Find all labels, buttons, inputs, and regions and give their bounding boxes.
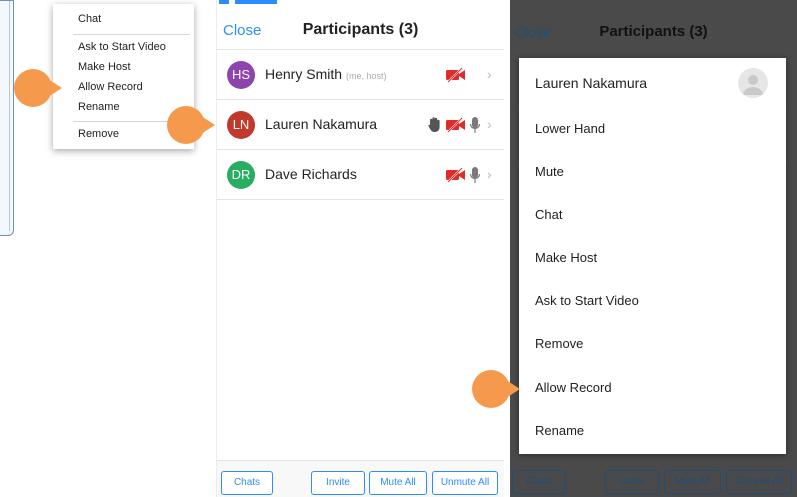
video-off-icon (446, 166, 465, 184)
participants-panel-android: Close Participants (3) Lauren Nakamura L… (510, 0, 797, 497)
chevron-right-icon: › (487, 66, 492, 82)
bottom-toolbar: Chats Invite Mute All Unmute All (217, 460, 504, 497)
participant-action-sheet: Lauren Nakamura Lower Hand Mute Chat Mak… (519, 58, 786, 454)
invite-button[interactable]: Invite (605, 470, 659, 494)
chats-button[interactable]: Chats (512, 470, 566, 494)
unmute-all-button[interactable]: Unmute All (432, 471, 498, 495)
avatar: HS (227, 61, 255, 89)
callout-pointer (14, 69, 62, 107)
sheet-item-chat[interactable]: Chat (535, 207, 562, 222)
sheet-participant-name: Lauren Nakamura (535, 75, 648, 91)
menu-item-chat[interactable]: Chat (78, 11, 101, 27)
sheet-item-remove[interactable]: Remove (535, 336, 583, 351)
avatar (738, 68, 768, 98)
menu-item-allow-record[interactable]: Allow Record (78, 79, 143, 95)
participant-name-text: Henry Smith (265, 66, 343, 82)
invite-button[interactable]: Invite (311, 471, 365, 495)
video-off-icon (446, 116, 465, 134)
avatar: LN (227, 111, 255, 139)
menu-item-make-host[interactable]: Make Host (78, 59, 131, 75)
menu-item-remove[interactable]: Remove (78, 126, 119, 142)
participant-name: Lauren Nakamura (265, 116, 378, 132)
bottom-toolbar: Chats Invite Mute All Unmute All (510, 468, 797, 497)
raised-hand-icon (428, 117, 440, 132)
sheet-item-allow-record[interactable]: Allow Record (535, 380, 612, 395)
sheet-item-rename[interactable]: Rename (535, 423, 584, 438)
avatar: DR (227, 161, 255, 189)
panel-title: Participants (3) (302, 21, 419, 38)
participant-role-note: (me, host) (346, 71, 387, 81)
panel-header: Close Participants (3) (510, 12, 797, 50)
menu-separator (73, 34, 190, 35)
chevron-right-icon: › (487, 116, 492, 132)
desktop-window-edge (0, 0, 14, 236)
participant-name: Dave Richards (265, 166, 357, 182)
sheet-item-mute[interactable]: Mute (535, 164, 564, 179)
video-off-icon (446, 66, 465, 84)
sheet-item-ask-to-start-video[interactable]: Ask to Start Video (535, 293, 639, 308)
microphone-icon (469, 167, 481, 183)
chats-button[interactable]: Chats (221, 471, 273, 495)
mute-all-button[interactable]: Mute All (369, 471, 427, 495)
participant-row[interactable]: LN Lauren Nakamura › (217, 100, 504, 150)
callout-pointer (472, 370, 520, 408)
participant-row[interactable]: HS Henry Smith (me, host) › (217, 50, 504, 100)
mute-all-button[interactable]: Mute All (664, 470, 721, 494)
window-frame (4, 1, 10, 231)
participant-row[interactable]: DR Dave Richards › (217, 150, 504, 200)
callout-pointer (167, 106, 215, 144)
panel-header: Close Participants (3) (217, 12, 504, 50)
microphone-icon (469, 117, 481, 133)
top-strip (219, 0, 277, 4)
unmute-all-button[interactable]: Unmute All (726, 470, 792, 494)
chevron-right-icon: › (487, 166, 492, 182)
menu-item-rename[interactable]: Rename (78, 99, 120, 115)
panel-title: Participants (3) (599, 23, 708, 40)
user-icon (743, 75, 763, 95)
sheet-item-make-host[interactable]: Make Host (535, 250, 597, 265)
menu-item-ask-to-start-video[interactable]: Ask to Start Video (78, 39, 166, 55)
participant-name: Henry Smith (me, host) (265, 66, 387, 82)
participants-panel-ios: Close Participants (3) HS Henry Smith (me… (216, 0, 504, 497)
sheet-item-lower-hand[interactable]: Lower Hand (535, 121, 605, 136)
